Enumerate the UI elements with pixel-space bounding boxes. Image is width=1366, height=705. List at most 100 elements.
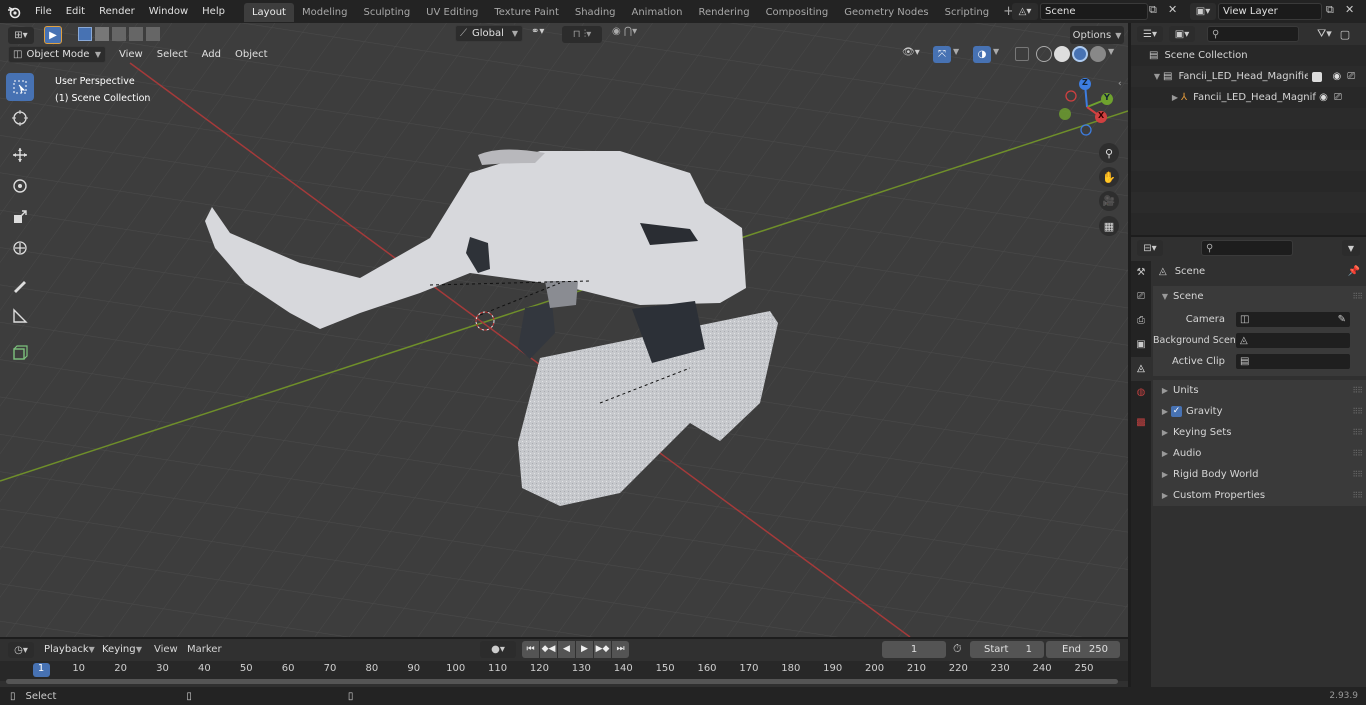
output-tab-icon[interactable]: ⎙ — [1131, 309, 1151, 333]
display-mode-icon[interactable]: ▣▾ — [1169, 26, 1195, 42]
menu-window[interactable]: Window — [142, 0, 195, 23]
drag-handle-icon[interactable]: ⠿⠿ — [1352, 407, 1363, 416]
world-tab-icon[interactable]: ◍ — [1131, 381, 1151, 405]
select-mode-icons[interactable] — [78, 27, 160, 43]
expand-arrow-icon[interactable]: ▼ — [1151, 72, 1163, 81]
eyedropper-icon[interactable]: ✎ — [1338, 314, 1346, 325]
shading-mode-group[interactable] — [1036, 46, 1108, 63]
active-clip-field[interactable]: ▤ — [1235, 353, 1351, 370]
tab-modeling[interactable]: Modeling — [294, 3, 356, 22]
scene-tab-icon[interactable]: ◬ — [1131, 357, 1151, 381]
scene-icon[interactable]: ◬▾ — [1012, 3, 1038, 20]
snap-icon[interactable]: ⊓ ⫶▾ — [562, 26, 602, 43]
view-layer-icon[interactable]: ▣▾ — [1190, 3, 1216, 20]
tab-layout[interactable]: Layout — [243, 3, 294, 22]
panel-header-scene[interactable]: ▼ Scene ⠿⠿ — [1153, 286, 1366, 307]
drag-handle-icon[interactable]: ⠿⠿ — [1352, 292, 1363, 301]
outliner-row[interactable]: ▶ ⅄ Fancii_LED_Head_Magnif ◉ ⎚ — [1131, 87, 1366, 108]
scale-tool[interactable] — [6, 203, 34, 231]
select-tool-button[interactable]: ▶ — [44, 26, 62, 44]
options-button[interactable]: Options ▼ — [1070, 26, 1124, 44]
scene-selector[interactable]: Scene — [1040, 3, 1148, 20]
xray-toggle-icon[interactable] — [1015, 47, 1029, 61]
gizmo-toggle-icon[interactable]: ⤧ — [933, 46, 951, 63]
keying-dropdown[interactable]: Keying ▼ — [98, 641, 146, 658]
gravity-checkbox[interactable]: ✓ — [1171, 406, 1182, 417]
panel-header-custom-properties[interactable]: ▶ Custom Properties ⠿⠿ — [1153, 485, 1366, 506]
mode-intersect-icon[interactable] — [146, 27, 160, 41]
mode-new-icon[interactable] — [78, 27, 92, 41]
zoom-icon[interactable]: ⚲ — [1099, 143, 1119, 163]
ortho-grid-icon[interactable]: ▦ — [1099, 216, 1119, 236]
tab-shading[interactable]: Shading — [567, 3, 624, 22]
expand-arrow-icon[interactable]: ▶ — [1169, 93, 1181, 102]
render-tab-icon[interactable]: ⎚ — [1131, 285, 1151, 309]
outliner-editor-type[interactable]: ☰▾ — [1137, 26, 1163, 42]
pin-icon[interactable]: 📌 — [1348, 266, 1360, 277]
tab-sculpting[interactable]: Sculpting — [355, 3, 418, 22]
panel-header-gravity[interactable]: ▶ ✓ Gravity ⠿⠿ — [1153, 401, 1366, 422]
panel-header-audio[interactable]: ▶ Audio ⠿⠿ — [1153, 443, 1366, 464]
timeline-scrollbar[interactable] — [6, 679, 1118, 684]
camera-render-icon[interactable]: ⎚ — [1334, 92, 1342, 103]
jump-keyframe-back-icon[interactable]: ◆◀ — [540, 641, 557, 658]
proportional-edit-icon[interactable]: ◉ ⋂▾ — [612, 26, 654, 43]
drag-handle-icon[interactable]: ⠿⠿ — [1352, 386, 1363, 395]
auto-keying-button[interactable]: ●▾ — [480, 641, 516, 658]
rotate-tool[interactable] — [6, 172, 34, 200]
camera-field[interactable]: ◫ ✎ — [1235, 311, 1351, 328]
properties-editor-type[interactable]: ⊟▾ — [1137, 240, 1163, 256]
drag-handle-icon[interactable]: ⠿⠿ — [1352, 428, 1363, 437]
tab-geometry-nodes[interactable]: Geometry Nodes — [836, 3, 936, 22]
panel-header-keying-sets[interactable]: ▶ Keying Sets ⠿⠿ — [1153, 422, 1366, 443]
view-layer-selector[interactable]: View Layer — [1218, 3, 1322, 20]
drag-handle-icon[interactable]: ⠿⠿ — [1352, 491, 1363, 500]
measure-tool[interactable] — [6, 302, 34, 330]
tab-scripting[interactable]: Scripting — [937, 3, 997, 22]
eye-icon[interactable]: ◉ — [1332, 71, 1341, 82]
add-cube-tool[interactable] — [6, 339, 34, 367]
transform-tool[interactable] — [6, 234, 34, 262]
shading-dropdown-icon[interactable]: ▼ — [1108, 47, 1120, 63]
tab-rendering[interactable]: Rendering — [690, 3, 757, 22]
play-icon[interactable]: ▶ — [576, 641, 593, 658]
wireframe-shading-icon[interactable] — [1036, 46, 1052, 62]
jump-keyframe-forward-icon[interactable]: ▶◆ — [594, 641, 611, 658]
mode-invert-icon[interactable] — [129, 27, 143, 41]
material-shading-icon[interactable] — [1072, 46, 1088, 62]
end-frame-field[interactable]: End 250 — [1046, 641, 1120, 658]
drag-handle-icon[interactable]: ⠿⠿ — [1352, 449, 1363, 458]
camera-render-icon[interactable]: ⎚ — [1347, 71, 1355, 82]
menu-help[interactable]: Help — [195, 0, 232, 23]
gizmo-dropdown-icon[interactable]: ▼ — [953, 47, 965, 63]
menu-object[interactable]: Object — [228, 46, 275, 63]
panel-header-units[interactable]: ▶ Units ⠿⠿ — [1153, 380, 1366, 401]
move-tool[interactable] — [6, 141, 34, 169]
new-collection-icon[interactable]: ▢ — [1340, 28, 1350, 41]
mode-subtract-icon[interactable] — [112, 27, 126, 41]
menu-view[interactable]: View — [112, 46, 150, 63]
delete-view-layer-icon[interactable]: ✕ — [1345, 3, 1361, 20]
drag-handle-icon[interactable]: ⠿⠿ — [1352, 470, 1363, 479]
new-view-layer-icon[interactable]: ⧉ — [1326, 3, 1342, 20]
new-scene-icon[interactable]: ⧉ — [1149, 3, 1165, 20]
start-frame-field[interactable]: Start 1 — [970, 641, 1044, 658]
timeline-menu-view[interactable]: View — [154, 644, 178, 655]
mode-dropdown[interactable]: ◫ Object Mode ▼ — [8, 46, 106, 63]
view-layer-tab-icon[interactable]: ▣ — [1131, 333, 1151, 357]
viewport-3d[interactable]: ⊞▾ ▶ ⟋ Global ▼ ⚭▾ ⊓ ⫶▾ ◉ ⋂▾ Options ▼ ◫… — [0, 23, 1128, 637]
texture-tab-icon[interactable]: ▩ — [1131, 411, 1151, 435]
tab-texture-paint[interactable]: Texture Paint — [486, 3, 567, 22]
jump-start-icon[interactable]: ⏮ — [522, 641, 539, 658]
tab-animation[interactable]: Animation — [624, 3, 691, 22]
menu-edit[interactable]: Edit — [59, 0, 92, 23]
panel-header-rigid-body-world[interactable]: ▶ Rigid Body World ⠿⠿ — [1153, 464, 1366, 485]
delete-scene-icon[interactable]: ✕ — [1168, 3, 1184, 20]
tab-compositing[interactable]: Compositing — [758, 3, 837, 22]
sidebar-toggle-icon[interactable]: ‹ — [1118, 79, 1128, 93]
background-scene-field[interactable]: ◬ — [1235, 332, 1351, 349]
menu-select[interactable]: Select — [150, 46, 195, 63]
pivot-icon[interactable]: ⚭▾ — [531, 26, 555, 43]
filter-icon[interactable]: ⛛▾ — [1317, 27, 1332, 41]
cursor-tool[interactable] — [6, 104, 34, 132]
